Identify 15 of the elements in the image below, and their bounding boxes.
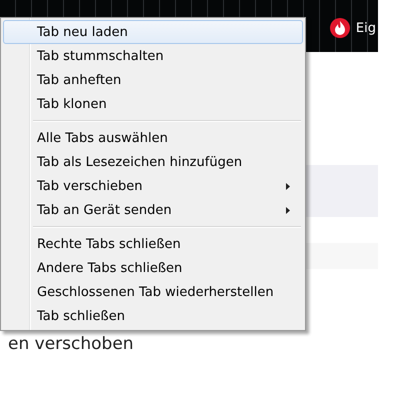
menu-item[interactable]: Geschlossenen Tab wiederherstellen xyxy=(3,280,303,304)
menu-item[interactable]: Tab neu laden xyxy=(3,20,303,44)
menu-item[interactable]: Tab klonen xyxy=(3,92,303,116)
menu-item[interactable]: Andere Tabs schließen xyxy=(3,256,303,280)
menu-item[interactable]: Tab als Lesezeichen hinzufügen xyxy=(3,150,303,174)
menu-item[interactable]: Tab schließen xyxy=(3,304,303,328)
top-bar-title[interactable]: Eig xyxy=(356,20,376,36)
menu-item[interactable]: Alle Tabs auswählen xyxy=(3,126,303,150)
flame-icon[interactable] xyxy=(330,18,350,38)
menu-item[interactable]: Tab anheften xyxy=(3,68,303,92)
menu-item[interactable]: Tab verschieben xyxy=(3,174,303,198)
background-text: en verschoben xyxy=(7,334,134,354)
menu-item[interactable]: Tab an Gerät senden xyxy=(3,198,303,222)
menu-item[interactable]: Tab stummschalten xyxy=(3,44,303,68)
menu-item[interactable]: Rechte Tabs schließen xyxy=(3,232,303,256)
